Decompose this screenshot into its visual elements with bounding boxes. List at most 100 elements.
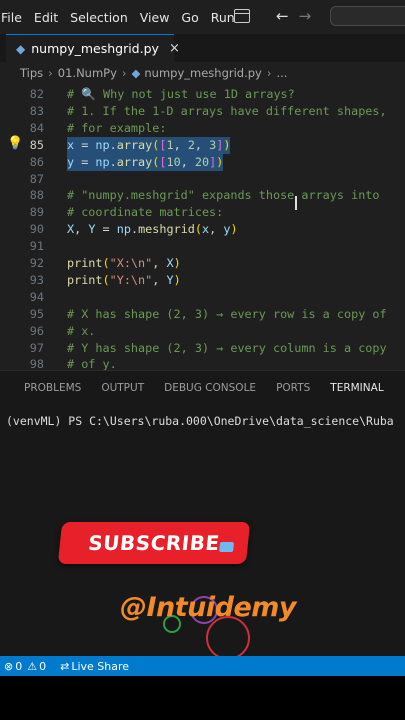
tab-ports[interactable]: PORTS xyxy=(266,371,320,405)
breadcrumb-tips[interactable]: Tips xyxy=(20,66,43,80)
menu-view[interactable]: View xyxy=(134,10,176,25)
python-file-icon: ◆ xyxy=(16,41,26,56)
live-share-button[interactable]: ⇄ Live Share xyxy=(60,660,129,673)
code-token: ) xyxy=(173,272,181,287)
code-token: , xyxy=(152,272,167,287)
code-token: . xyxy=(109,154,117,169)
status-bar: ⊗ 0 ⚠ 0 ⇄ Live Share xyxy=(0,656,405,676)
line-number: 88 xyxy=(29,188,44,203)
code-token: # Y has shape (2, 3) → every column is a… xyxy=(67,340,387,355)
breadcrumb-symbols[interactable]: ... xyxy=(276,66,287,80)
close-tab-icon[interactable]: × xyxy=(169,41,180,56)
code-line[interactable]: 97 # Y has shape (2, 3) → every column is… xyxy=(0,340,405,357)
tab-problems[interactable]: PROBLEMS xyxy=(0,371,91,405)
editor-tab-bar: ◆ numpy_meshgrid.py × xyxy=(0,34,405,62)
line-number: 85 xyxy=(29,137,44,152)
forward-arrow-icon[interactable]: → xyxy=(299,7,312,25)
code-line[interactable]: 90 X, Y = np.meshgrid(x, y) xyxy=(0,221,405,238)
code-token: = xyxy=(74,137,96,152)
tab-label: numpy_meshgrid.py xyxy=(31,41,159,56)
channel-watermark: @Intuidemy xyxy=(120,592,297,623)
code-editor[interactable]: 💡 82 # 🔍 Why not just use 1D arrays? 83 # 1… xyxy=(0,84,405,370)
code-token: print xyxy=(67,256,103,270)
code-line[interactable]: 96 # x. xyxy=(0,323,405,340)
code-line[interactable]: 98 # of y. xyxy=(0,356,405,370)
code-text: X, Y = np.meshgrid(x, y) xyxy=(67,221,238,238)
code-line[interactable]: 94 xyxy=(0,289,405,306)
code-line[interactable]: 93 print("Y:\n", Y) xyxy=(0,272,405,289)
code-text: print("Y:\n", Y) xyxy=(67,272,181,289)
breadcrumb-file[interactable]: numpy_meshgrid.py xyxy=(144,66,261,80)
line-number: 84 xyxy=(29,120,44,135)
line-number: 87 xyxy=(29,171,44,186)
code-token: # of y. xyxy=(67,357,117,370)
code-token: = xyxy=(95,222,117,237)
layout-toggle-icon[interactable] xyxy=(234,9,250,23)
back-arrow-icon[interactable]: ← xyxy=(276,7,289,25)
code-token: # 1. If the 1-D arrays have different sh… xyxy=(67,103,387,118)
chevron-right-icon: › xyxy=(48,66,53,80)
code-token: = xyxy=(74,154,96,169)
code-token: # "numpy.meshgrid" expands those arrays … xyxy=(67,188,380,203)
code-line[interactable]: 83 # 1. If the 1-D arrays have different … xyxy=(0,103,405,120)
code-text: # coordinate matrices: xyxy=(67,204,223,221)
code-token: , xyxy=(173,137,188,152)
code-line[interactable]: 85 x = np.array([1, 2, 3]) xyxy=(0,136,405,154)
code-line[interactable]: 82 # 🔍 Why not just use 1D arrays? xyxy=(0,86,405,103)
terminal-prompt-line: (venvML) PS C:\Users\ruba.000\OneDrive\d… xyxy=(6,414,394,428)
code-line[interactable]: 89 # coordinate matrices: xyxy=(0,204,405,221)
code-token: , xyxy=(74,222,89,237)
line-number: 91 xyxy=(29,239,44,254)
tab-numpy-meshgrid[interactable]: ◆ numpy_meshgrid.py × xyxy=(6,34,180,62)
breadcrumb: Tips › 01.NumPy › ◆ numpy_meshgrid.py › … xyxy=(0,62,405,84)
line-number: 90 xyxy=(29,222,44,237)
code-line[interactable]: 88 # "numpy.meshgrid" expands those array… xyxy=(0,187,405,204)
code-line[interactable]: 86 y = np.array([10, 20]) xyxy=(0,153,405,171)
code-text: # 🔍 Why not just use 1D arrays? xyxy=(67,86,295,103)
code-token: , xyxy=(180,154,195,169)
menu-edit[interactable]: Edit xyxy=(28,10,64,25)
line-number: 98 xyxy=(29,357,44,370)
problems-status[interactable]: ⊗ 0 ⚠ 0 xyxy=(4,660,46,673)
code-token: # X has shape (2, 3) → every row is a co… xyxy=(67,306,387,321)
code-token: , xyxy=(194,137,210,152)
tab-output[interactable]: OUTPUT xyxy=(91,371,154,405)
subscribe-button[interactable]: SUBSCRIBE xyxy=(57,522,251,564)
live-share-label: Live Share xyxy=(71,659,130,673)
code-token: print xyxy=(67,272,103,287)
code-text: # 1. If the 1-D arrays have different sh… xyxy=(67,103,387,120)
code-token: 2 xyxy=(187,137,195,152)
code-token: ) xyxy=(223,137,231,152)
tab-debug-console[interactable]: DEBUG CONSOLE xyxy=(154,371,266,405)
tab-terminal[interactable]: TERMINAL xyxy=(320,371,394,405)
warning-icon: ⚠ xyxy=(27,659,38,673)
breadcrumb-numpy[interactable]: 01.NumPy xyxy=(58,66,117,80)
code-token: "Y:\n" xyxy=(109,272,153,287)
line-number: 86 xyxy=(29,154,44,169)
code-line[interactable]: 84 # for example: xyxy=(0,120,405,137)
code-token: 1 xyxy=(166,137,174,152)
code-token: array xyxy=(116,154,153,169)
code-token: , xyxy=(152,256,167,270)
live-share-icon: ⇄ xyxy=(60,659,70,673)
menu-file[interactable]: File xyxy=(0,10,28,25)
code-line[interactable]: 87 xyxy=(0,171,405,188)
code-token: X xyxy=(166,256,174,270)
menu-selection[interactable]: Selection xyxy=(64,10,134,25)
code-token: np xyxy=(116,222,131,237)
warning-count: 0 xyxy=(39,659,47,673)
navigation-arrows: ← → xyxy=(276,7,311,25)
command-center-search[interactable] xyxy=(330,6,405,26)
line-number: 82 xyxy=(29,87,44,101)
code-line[interactable]: 91 xyxy=(0,238,405,255)
line-number: 89 xyxy=(29,205,44,220)
code-line[interactable]: 92 print("X:\n", X) xyxy=(0,255,405,272)
line-number: 94 xyxy=(29,289,44,304)
code-line[interactable]: 95 # X has shape (2, 3) → every row is a … xyxy=(0,306,405,323)
code-text: # "numpy.meshgrid" expands those arrays … xyxy=(67,187,380,204)
code-token: "X:\n" xyxy=(109,256,153,270)
menu-go[interactable]: Go xyxy=(175,10,204,25)
code-text: # for example: xyxy=(67,120,166,137)
code-token: ) xyxy=(216,154,224,169)
code-token: np xyxy=(95,154,110,169)
